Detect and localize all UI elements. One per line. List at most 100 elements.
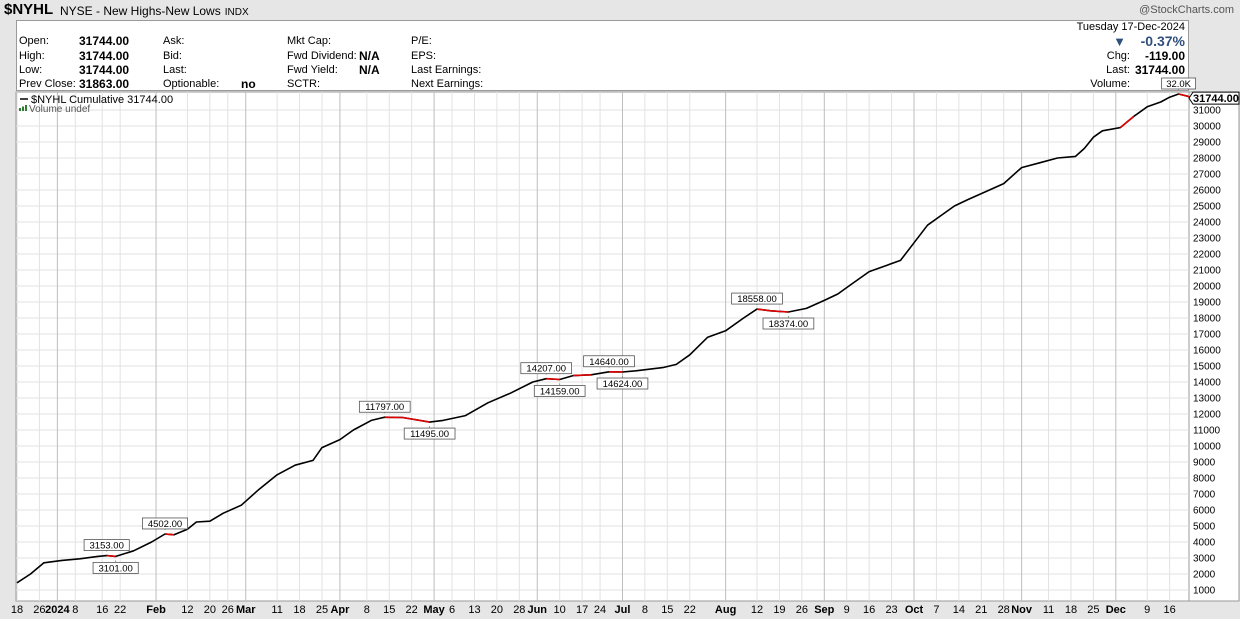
x-tick-label: 9 [1144, 604, 1150, 616]
x-tick-label: 22 [114, 604, 126, 616]
x-tick-label: 28 [513, 604, 525, 616]
x-tick-label: 21 [975, 604, 987, 616]
x-tick-label: 22 [684, 604, 696, 616]
down-segment [106, 554, 116, 558]
x-tick-label: Mar [236, 604, 256, 616]
down-segment [573, 374, 592, 377]
last-value-label: 31744.00 [1193, 93, 1239, 105]
x-tick-label: 15 [661, 604, 673, 616]
annotation-label: 18374.00 [769, 319, 809, 330]
y-tick-label: 21000 [1193, 266, 1221, 277]
x-tick-label: 20 [491, 604, 503, 616]
x-tick-label: 20 [204, 604, 216, 616]
x-tick-label: 26 [222, 604, 234, 616]
x-tick-label: 18 [293, 604, 305, 616]
x-tick-label: 8 [72, 604, 78, 616]
x-tick-label: Apr [330, 604, 350, 616]
y-tick-label: 5000 [1193, 522, 1216, 533]
y-tick-label: 15000 [1193, 362, 1221, 373]
y-tick-label: 7000 [1193, 490, 1216, 501]
x-tick-label: 10 [554, 604, 566, 616]
volume-icon [22, 106, 24, 111]
annotation-label: 14624.00 [603, 379, 643, 390]
x-tick-label: Oct [905, 604, 924, 616]
y-tick-label: 22000 [1193, 250, 1221, 261]
y-tick-label: 12000 [1193, 410, 1221, 421]
x-tick-label: 11 [271, 604, 282, 616]
legend-entry: Volume undef [29, 104, 90, 115]
y-tick-label: 2000 [1193, 570, 1216, 581]
x-tick-label: 9 [844, 604, 850, 616]
y-tick-label: 27000 [1193, 170, 1221, 181]
y-tick-label: 11000 [1193, 426, 1221, 437]
x-tick-label: 17 [576, 604, 588, 616]
y-tick-label: 18000 [1193, 314, 1221, 325]
y-tick-label: 1000 [1193, 586, 1216, 597]
x-tick-label: 15 [383, 604, 395, 616]
x-tick-label: 8 [642, 604, 648, 616]
x-tick-label: 19 [773, 604, 785, 616]
y-tick-label: 4000 [1193, 538, 1216, 549]
volume-icon [25, 105, 27, 111]
annotation-label: 14640.00 [589, 357, 629, 368]
y-tick-label: 23000 [1193, 234, 1221, 245]
x-tick-label: 16 [1164, 604, 1176, 616]
x-tick-label: 18 [11, 604, 23, 616]
x-tick-label: Feb [146, 604, 166, 616]
y-tick-label: 31000 [1193, 106, 1221, 117]
y-tick-label: 25000 [1193, 202, 1221, 213]
annotation-label: 3153.00 [90, 541, 124, 552]
annotation-label: 14207.00 [526, 364, 566, 375]
y-tick-label: 28000 [1193, 154, 1221, 165]
x-tick-label: 25 [316, 604, 328, 616]
x-tick-label: 22 [406, 604, 418, 616]
x-tick-label: Aug [715, 604, 736, 616]
y-tick-label: 9000 [1193, 458, 1216, 469]
x-tick-label: 18 [1065, 604, 1077, 616]
y-tick-label: 17000 [1193, 330, 1221, 341]
x-tick-label: 12 [181, 604, 193, 616]
y-tick-label: 10000 [1193, 442, 1221, 453]
x-tick-label: 13 [468, 604, 480, 616]
x-tick-label: 16 [863, 604, 875, 616]
x-tick-label: Nov [1011, 604, 1033, 616]
x-tick-label: Jul [615, 604, 631, 616]
y-tick-label: 8000 [1193, 474, 1216, 485]
x-tick-label: 24 [594, 604, 606, 616]
x-tick-label: 26 [796, 604, 808, 616]
annotation-label: 14159.00 [540, 386, 580, 397]
annotation-label: 11797.00 [365, 402, 404, 413]
y-tick-label: 14000 [1193, 378, 1221, 389]
x-tick-label: May [423, 604, 445, 616]
annotation-label: 3101.00 [98, 563, 132, 574]
y-tick-label: 30000 [1193, 122, 1221, 133]
x-tick-label: Jun [527, 604, 547, 616]
annotation-label: 11495.00 [410, 429, 449, 440]
down-segment [164, 533, 175, 536]
y-tick-label: 26000 [1193, 186, 1221, 197]
x-tick-label: 25 [1087, 604, 1099, 616]
volume-icon [19, 108, 21, 111]
annotation-label: 18558.00 [737, 294, 777, 305]
y-tick-label: 13000 [1193, 394, 1221, 405]
x-tick-label: 6 [449, 604, 455, 616]
down-segment [546, 377, 560, 381]
y-tick-label: 19000 [1193, 298, 1221, 309]
price-chart[interactable]: 1000 2000 3000 4000 5000 6000 7000 8000 9000 1000… [0, 0, 1240, 619]
y-tick-label: 3000 [1193, 554, 1216, 565]
x-tick-label: 16 [96, 604, 108, 616]
annotation-label: 4502.00 [148, 519, 182, 530]
annotation-label: 32.0K [1166, 79, 1191, 90]
x-tick-label: 26 [33, 604, 45, 616]
x-tick-label: 8 [364, 604, 370, 616]
y-tick-label: 16000 [1193, 346, 1221, 357]
x-tick-label: 23 [885, 604, 897, 616]
y-tick-label: 20000 [1193, 282, 1221, 293]
x-tick-label: 14 [953, 604, 965, 616]
x-tick-label: Dec [1106, 604, 1126, 616]
x-tick-label: 28 [998, 604, 1010, 616]
y-tick-label: 29000 [1193, 138, 1221, 149]
x-tick-label: Sep [814, 604, 834, 616]
x-tick-label: 11 [1043, 604, 1054, 616]
x-tick-label: 12 [751, 604, 763, 616]
